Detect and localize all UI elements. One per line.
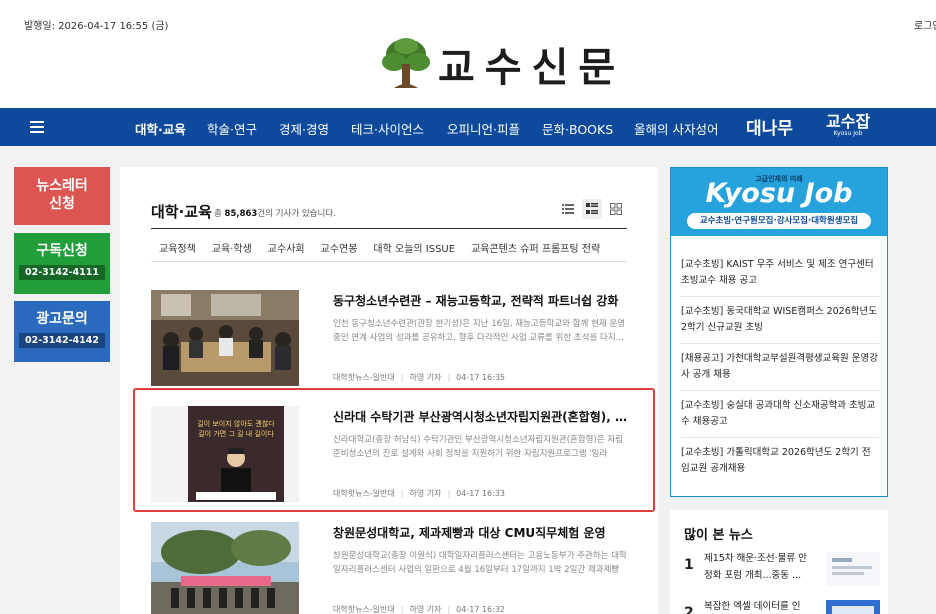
job-item[interactable]: [교수초빙] 동국대학교 WISE캠퍼스 2026학년도 2학기 신규교원 초빙 — [681, 297, 879, 344]
svg-text:길이 가면 그 길 내 길이다: 길이 가면 그 길 내 길이다 — [198, 429, 274, 438]
article-title[interactable]: 동구청소년수련관 – 재능고등학교, 전략적 파트너쉽 강화 — [333, 292, 627, 309]
grid-view-icon[interactable] — [606, 199, 626, 219]
article-summary: 신라대학교(총장 허남식) 수탁기관인 부산광역시청소년자립지원관(혼합형)은 … — [333, 435, 623, 459]
popular-news-title: 많이 본 뉴스 — [684, 528, 753, 543]
article-author: 하영 기자 — [409, 605, 442, 614]
article-category[interactable]: 대학핫뉴스-일반대 — [333, 605, 395, 614]
kyosujob-label: 교수잡 — [826, 112, 871, 131]
popular-rank: 2 — [684, 605, 694, 614]
nav-item-opinion-people[interactable]: 오피니언·피플 — [447, 119, 520, 138]
nav-item-culture-books[interactable]: 문화·BOOKS — [542, 119, 613, 138]
article-title[interactable]: 신라대 수탁기관 부산광역시청소년자립지원관(혼합형), 박근... — [333, 408, 627, 425]
nav-item-university-education[interactable]: 대학·교육 — [135, 119, 186, 138]
popular-text: 제15차 해운·조선·물류 안정화 포럼 개최...중동 ... — [704, 553, 807, 581]
popular-item[interactable]: 2 복잡한 엑셀 데이터를 인 — [684, 598, 880, 614]
article-summary: 창원문성대학교(총장 이원식) 대학일자리플러스센터는 고용노동부가 주관하는 … — [333, 551, 627, 575]
popular-thumbnail — [826, 600, 880, 614]
logo-text: 교수신문 — [438, 45, 626, 91]
article-time: 04-17 16:33 — [456, 489, 506, 498]
article-count: 총 85,863건의 기사가 있습니다. — [214, 209, 336, 219]
article-author: 하영 기자 — [409, 489, 442, 498]
job-item[interactable]: [교수초빙] 숭실대 공과대학 신소재공학과 초빙교수 채용공고 — [681, 391, 879, 438]
view-mode-switch — [558, 199, 626, 219]
article-thumbnail[interactable] — [151, 290, 299, 386]
article-time: 04-17 16:32 — [456, 605, 506, 614]
nav-item-academic-research[interactable]: 학술·연구 — [207, 119, 257, 138]
subtab-professor-society[interactable]: 교수사회 — [268, 240, 305, 255]
site-header: 발행일: 2026-04-17 16:55 (금) 로그인 교수신문 — [0, 0, 936, 108]
article-item: 동구청소년수련관 – 재능고등학교, 전략적 파트너쉽 강화 인천 동구청소년수… — [151, 290, 627, 386]
article-meta: 대학핫뉴스-일반대 | 하영 기자 | 04-17 16:32 — [333, 605, 506, 614]
login-link[interactable]: 로그인 — [914, 17, 936, 32]
kyosujob-sub: Kyosu Job — [833, 130, 863, 137]
article-category[interactable]: 대학핫뉴스-일반대 — [333, 489, 395, 498]
subtab-today-issue[interactable]: 대학 오늘의 ISSUE — [373, 240, 455, 255]
nav-item-idiom-of-year[interactable]: 올해의 사자성어 — [634, 119, 718, 138]
subscribe-label: 구독신청 — [36, 243, 88, 259]
article-title[interactable]: 창원문성대학교, 제과제빵과 대상 CMU직무체험 운영 — [333, 524, 627, 541]
nav-brand-daenamu[interactable]: 대나무 — [746, 114, 793, 139]
site-logo[interactable]: 교수신문 — [380, 36, 625, 92]
popular-text: 복잡한 엑셀 데이터를 인 — [704, 601, 801, 612]
article-item: 길이 보이지 않아도 괜찮다 길이 가면 그 길 내 길이다 신라대 수탁기관 … — [151, 406, 627, 502]
article-meta: 대학핫뉴스-일반대 | 하영 기자 | 04-17 16:35 — [333, 373, 506, 382]
job-item[interactable]: [채용공고] 가천대학교부설원격평생교육원 운영강사 공개 채용 — [681, 344, 879, 391]
article-meta: 대학핫뉴스-일반대 | 하영 기자 | 04-17 16:33 — [333, 489, 506, 498]
article-summary: 인천 동구청소년수련관(관장 한기성)은 지난 16일, 재능고등학교와 함께 … — [333, 319, 626, 343]
ad-phone: 02-3142-4142 — [19, 333, 105, 348]
article-thumbnail[interactable]: 길이 보이지 않아도 괜찮다 길이 가면 그 길 내 길이다 — [151, 406, 299, 502]
section-title: 대학·교육 — [151, 203, 212, 221]
subcategory-tabs: 교육정책 교육·학생 교수사회 교수연봉 대학 오늘의 ISSUE 교육콘텐츠 … — [159, 240, 600, 255]
subtab-education-students[interactable]: 교육·학생 — [212, 240, 252, 255]
nav-brand-kyosujob[interactable]: 교수잡 Kyosu Job — [826, 112, 871, 138]
subtab-professor-salary[interactable]: 교수연봉 — [321, 240, 358, 255]
publish-date: 발행일: 2026-04-17 16:55 (금) — [24, 21, 169, 32]
popular-news-widget: 많이 본 뉴스 1 제15차 해운·조선·물류 안정화 포럼 개최...중동 .… — [670, 510, 888, 614]
popular-item[interactable]: 1 제15차 해운·조선·물류 안정화 포럼 개최...중동 ... — [684, 550, 880, 594]
menu-icon[interactable] — [30, 121, 44, 133]
newsletter-button[interactable]: 뉴스레터 신청 — [14, 167, 110, 225]
article-thumbnail[interactable] — [151, 522, 299, 614]
summary-view-icon[interactable] — [582, 199, 602, 219]
ad-inquiry-button[interactable]: 광고문의 02-3142-4142 — [14, 301, 110, 362]
ad-inquiry-label: 광고문의 — [36, 311, 88, 327]
kyosujob-banner[interactable]: 고급인재의 미래 Kyosu Job 교수초빙·연구원모집·강사모집·대학원생모… — [671, 168, 887, 236]
subscribe-button[interactable]: 구독신청 02-3142-4111 — [14, 233, 110, 294]
svg-text:길이 보이지 않아도 괜찮다: 길이 보이지 않아도 괜찮다 — [197, 419, 275, 428]
article-category[interactable]: 대학핫뉴스-일반대 — [333, 373, 395, 382]
job-list: [교수초빙] KAIST 우주 서비스 및 제조 연구센터 초빙교수 채용 공고… — [681, 250, 879, 485]
job-item[interactable]: [교수초빙] KAIST 우주 서비스 및 제조 연구센터 초빙교수 채용 공고 — [681, 250, 879, 297]
kyosujob-title: Kyosu Job — [705, 178, 853, 209]
article-author: 하영 기자 — [409, 373, 442, 382]
article-time: 04-17 16:35 — [456, 373, 506, 382]
list-view-icon[interactable] — [558, 199, 578, 219]
main-nav: 대학·교육 학술·연구 경제·경영 테크·사이언스 오피니언·피플 문화·BOO… — [0, 108, 936, 146]
subtab-divider — [151, 261, 627, 262]
tree-logo-icon — [382, 38, 430, 88]
article-item: 창원문성대학교, 제과제빵과 대상 CMU직무체험 운영 창원문성대학교(총장 … — [151, 522, 627, 614]
popular-thumbnail — [826, 552, 880, 586]
popular-rank: 1 — [684, 557, 694, 573]
job-item[interactable]: [교수초빙] 가톨릭대학교 2026학년도 2학기 전임교원 공개채용 — [681, 438, 879, 485]
subtab-super-prompting[interactable]: 교육콘텐츠 슈퍼 프롬프팅 전략 — [471, 240, 600, 255]
subtab-education-policy[interactable]: 교육정책 — [159, 240, 196, 255]
kyosujob-widget: 고급인재의 미래 Kyosu Job 교수초빙·연구원모집·강사모집·대학원생모… — [670, 167, 888, 497]
subscribe-phone: 02-3142-4111 — [19, 265, 105, 280]
article-list-panel: 대학·교육 총 85,863건의 기사가 있습니다. 교육정책 교육·학생 교수… — [120, 167, 658, 614]
newsletter-label: 뉴스레터 신청 — [36, 178, 88, 212]
section-divider — [151, 228, 627, 229]
kyosujob-tagline: 교수초빙·연구원모집·강사모집·대학원생모집 — [687, 213, 871, 229]
nav-item-tech-science[interactable]: 테크·사이언스 — [351, 119, 424, 138]
nav-item-economy-management[interactable]: 경제·경영 — [279, 119, 329, 138]
